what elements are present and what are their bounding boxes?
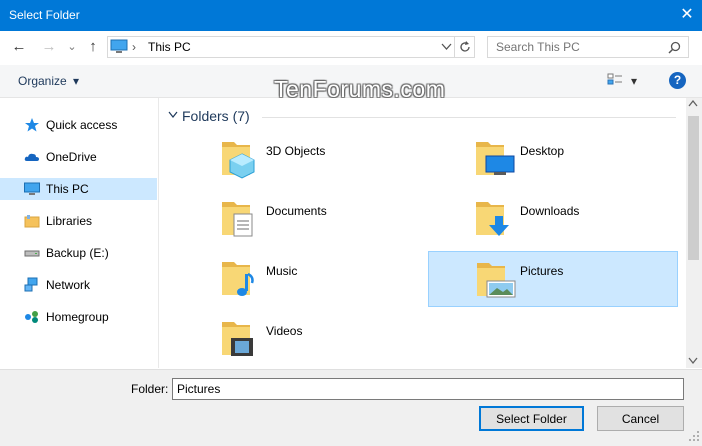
title-bar [0, 0, 702, 31]
folder-item-downloads[interactable]: Downloads [476, 198, 702, 254]
sidebar-item-libraries[interactable]: Libraries [0, 210, 157, 232]
help-icon[interactable]: ? [669, 72, 686, 89]
sidebar-item-label: Homegroup [46, 310, 109, 324]
group-divider [262, 117, 676, 118]
sidebar-item-label: OneDrive [46, 150, 97, 164]
3d-objects-folder-icon [222, 142, 255, 179]
sidebar-item-network[interactable]: Network [0, 274, 157, 296]
scroll-down-arrow-icon[interactable] [688, 357, 698, 365]
address-divider [454, 37, 455, 57]
folder-item-pictures[interactable]: Pictures [428, 251, 678, 307]
close-icon[interactable]: ✕ [676, 4, 698, 26]
videos-folder-icon [222, 322, 253, 356]
address-bar[interactable]: › This PC [107, 36, 475, 58]
sidebar-item-label: Quick access [46, 118, 118, 132]
sidebar-item-quick-access[interactable]: Quick access [0, 114, 157, 136]
scroll-up-arrow-icon[interactable] [688, 100, 698, 108]
search-box[interactable] [487, 36, 689, 58]
folder-label: Videos [266, 324, 303, 338]
folder-item-documents[interactable]: Documents [222, 198, 478, 254]
folder-label: Documents [266, 204, 327, 218]
folder-item-videos[interactable]: Videos [222, 318, 478, 374]
libraries-icon [24, 215, 40, 228]
homegroup-icon [25, 311, 38, 323]
cancel-button[interactable]: Cancel [597, 406, 684, 431]
quick-access-star-icon [25, 118, 39, 132]
sidebar-item-onedrive[interactable]: OneDrive [0, 146, 157, 168]
view-dropdown-caret-icon[interactable]: ▾ [631, 74, 637, 88]
desktop-folder-icon [476, 142, 515, 175]
back-arrow-icon[interactable]: ← [10, 37, 28, 57]
organize-label: Organize [18, 74, 67, 88]
drive-icon [24, 250, 40, 257]
folder-item-desktop[interactable]: Desktop [476, 138, 702, 194]
folders-group-header: Folders (7) [182, 108, 250, 124]
folder-item-3d-objects[interactable]: 3D Objects [222, 138, 478, 194]
window-title: Select Folder [9, 8, 80, 22]
up-arrow-icon[interactable]: ↑ [84, 37, 102, 57]
folder-label: Music [266, 264, 298, 278]
navigation-pane: Quick access OneDrive This PC Libraries … [0, 98, 159, 368]
folder-field-label: Folder: [131, 382, 169, 396]
folder-name-input[interactable] [172, 378, 684, 400]
breadcrumb-this-pc[interactable]: This PC [148, 40, 191, 54]
resize-grip-icon[interactable] [688, 430, 700, 442]
organize-caret-icon: ▾ [73, 74, 80, 88]
organize-menu-button[interactable]: Organize ▾ [18, 74, 79, 88]
folder-label: 3D Objects [266, 144, 326, 158]
sidebar-item-homegroup[interactable]: Homegroup [0, 306, 157, 328]
breadcrumb-separator-icon: › [132, 40, 136, 54]
search-input[interactable] [488, 37, 674, 57]
sidebar-item-label: Network [46, 278, 91, 292]
sidebar-item-label: Backup (E:) [46, 246, 109, 260]
group-collapse-chevron-icon[interactable] [168, 111, 178, 119]
onedrive-cloud-icon [24, 153, 39, 161]
address-dropdown-chevron-icon[interactable] [441, 43, 452, 51]
this-pc-monitor-icon [24, 182, 40, 195]
forward-arrow-icon[interactable]: → [40, 37, 58, 57]
sidebar-item-this-pc[interactable]: This PC [0, 178, 157, 200]
folder-label: Desktop [520, 144, 565, 158]
scrollbar-thumb[interactable] [688, 116, 699, 260]
this-pc-monitor-icon [110, 39, 128, 53]
refresh-icon[interactable] [458, 40, 472, 54]
search-icon[interactable] [668, 41, 681, 54]
recent-locations-chevron-icon[interactable]: ⌄ [63, 37, 81, 57]
select-folder-button[interactable]: Select Folder [479, 406, 584, 431]
network-icon [24, 277, 38, 292]
sidebar-item-label: This PC [46, 182, 89, 196]
folder-label: Downloads [520, 204, 580, 218]
view-options-icon[interactable] [607, 73, 623, 87]
sidebar-item-label: Libraries [46, 214, 93, 228]
downloads-folder-icon [476, 202, 509, 236]
folder-label: Pictures [520, 264, 564, 278]
music-folder-icon [222, 262, 254, 296]
sidebar-item-backup-drive[interactable]: Backup (E:) [0, 242, 157, 264]
pictures-folder-icon [477, 263, 516, 298]
documents-folder-icon [222, 202, 253, 237]
